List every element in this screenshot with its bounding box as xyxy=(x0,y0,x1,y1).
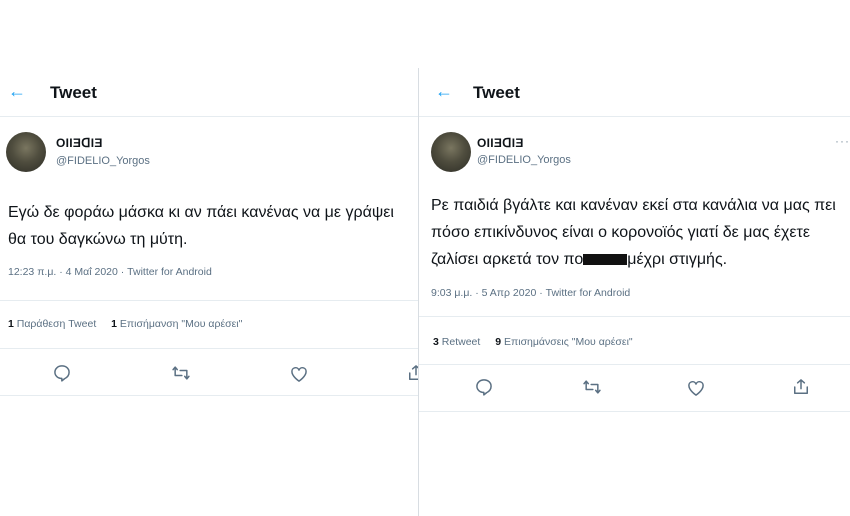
header-title: Tweet xyxy=(50,83,97,102)
user-handle[interactable]: @FIDELIO_Yorgos xyxy=(56,155,150,167)
tweet-stats: 1 Παράθεση Tweet 1 Επισήμανση "Μου αρέσε… xyxy=(8,318,242,330)
tweet-text: Εγώ δε φοράω μάσκα κι αν πάει κανένας να… xyxy=(8,204,394,248)
heart-icon[interactable] xyxy=(289,364,309,384)
back-arrow-icon[interactable]: ← xyxy=(435,82,453,100)
divider xyxy=(419,364,850,365)
tweet-header: ← Tweet xyxy=(419,68,850,117)
quote-tweet-stat[interactable]: 1 Παράθεση Tweet xyxy=(8,318,96,330)
more-options-icon[interactable]: ··· xyxy=(835,134,850,148)
divider xyxy=(419,316,850,317)
tweet-panel-left: ← Tweet ΟΙΙƎꓷIƎ @FIDELIO_Yorgos Εγώ δε φ… xyxy=(0,68,418,516)
divider xyxy=(0,300,418,301)
retweets-stat[interactable]: 3 Retweet xyxy=(433,336,480,348)
tweet-header: ← Tweet xyxy=(0,68,418,117)
tweet-timestamp[interactable]: 12:23 π.μ. · 4 Μαΐ 2020 · Twitter for An… xyxy=(8,266,212,278)
likes-stat[interactable]: 9 Επισημάνσεις "Μου αρέσει" xyxy=(495,336,632,348)
tweet-timestamp[interactable]: 9:03 μ.μ. · 5 Απρ 2020 · Twitter for And… xyxy=(431,287,630,299)
user-handle[interactable]: @FIDELIO_Yorgos xyxy=(477,154,571,166)
reply-icon[interactable] xyxy=(52,363,72,383)
header-title: Tweet xyxy=(473,83,520,102)
reply-icon[interactable] xyxy=(474,377,494,397)
share-icon[interactable] xyxy=(406,363,418,383)
tweet-text: Ρε παιδιά βγάλτε και κανέναν εκεί στα κα… xyxy=(431,197,836,268)
heart-icon[interactable] xyxy=(686,378,706,398)
likes-stat[interactable]: 1 Επισήμανση "Μου αρέσει" xyxy=(111,318,242,330)
display-name[interactable]: ΟΙΙƎꓷIƎ xyxy=(477,136,524,150)
share-icon[interactable] xyxy=(791,377,811,397)
divider xyxy=(0,395,418,396)
tweet-panel-right: ← Tweet ΟΙΙƎꓷIƎ @FIDELIO_Yorgos ··· Ρε π… xyxy=(418,68,850,516)
tweet-stats: 3 Retweet 9 Επισημάνσεις "Μου αρέσει" xyxy=(433,336,633,348)
retweet-icon[interactable] xyxy=(582,377,602,397)
display-name[interactable]: ΟΙΙƎꓷIƎ xyxy=(56,136,103,150)
redaction-bar xyxy=(583,254,628,265)
avatar[interactable] xyxy=(6,132,46,172)
divider xyxy=(0,348,418,349)
divider xyxy=(419,411,850,412)
retweet-icon[interactable] xyxy=(171,363,191,383)
back-arrow-icon[interactable]: ← xyxy=(8,82,26,100)
avatar[interactable] xyxy=(431,132,471,172)
